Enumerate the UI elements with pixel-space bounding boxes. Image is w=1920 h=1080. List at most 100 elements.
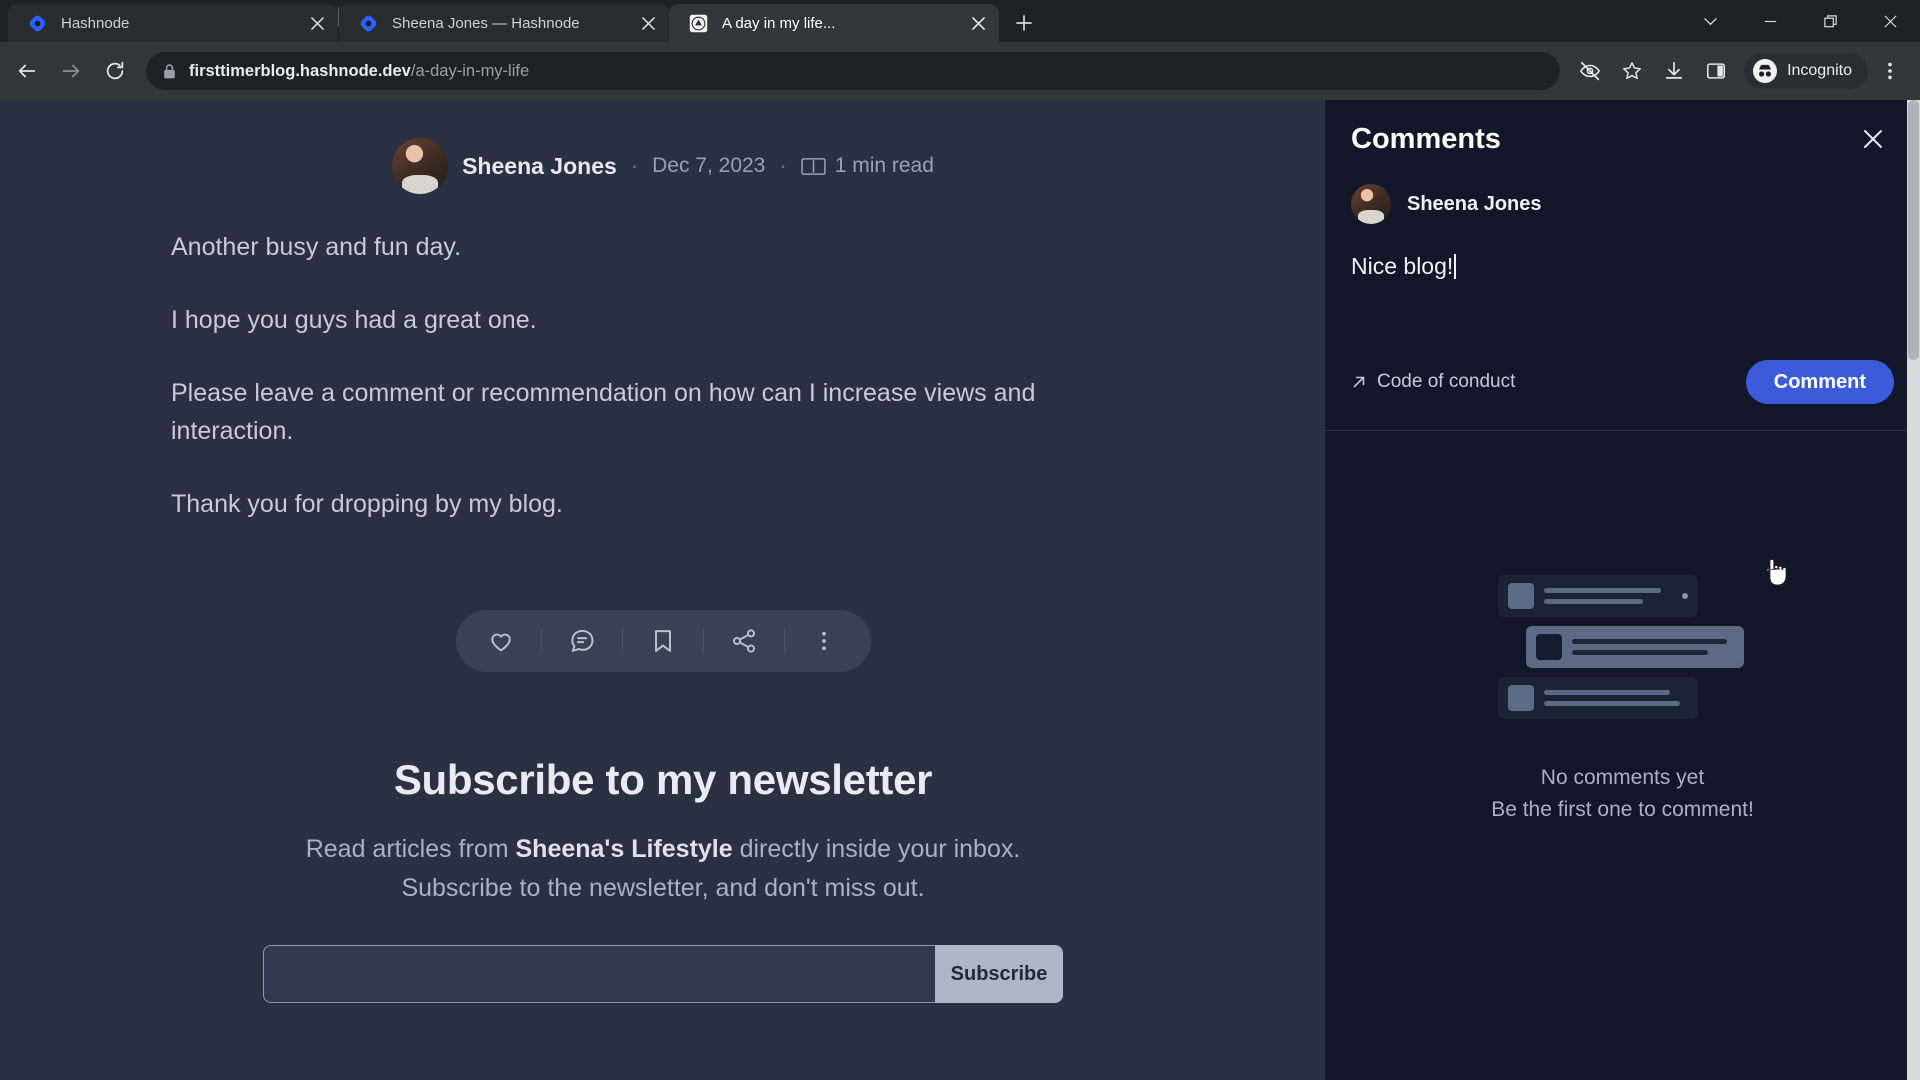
- article-paragraph: Thank you for dropping by my blog.: [171, 490, 563, 518]
- article-paragraph: Another busy and fun day.: [171, 233, 462, 261]
- hashnode-icon: [28, 14, 47, 33]
- skeleton-lines: [1571, 639, 1734, 655]
- composer-user: Sheena Jones: [1351, 184, 1894, 224]
- skeleton-lines: [1543, 690, 1688, 706]
- bookmark-icon[interactable]: [639, 617, 687, 665]
- action-separator: [702, 627, 704, 654]
- tab-a-day-in-my-life[interactable]: A day in my life...: [669, 4, 999, 42]
- comment-submit-button[interactable]: Comment: [1745, 360, 1894, 404]
- tab-title: A day in my life...: [722, 14, 836, 32]
- reload-icon[interactable]: [94, 50, 136, 92]
- skeleton-avatar: [1507, 583, 1534, 609]
- incognito-label: Incognito: [1787, 62, 1852, 79]
- empty-state-text: No comments yet Be the first one to comm…: [1491, 762, 1754, 825]
- newsletter-desc-before: Read articles from: [305, 834, 516, 863]
- back-arrow-icon[interactable]: [6, 50, 48, 92]
- tab-title: Hashnode: [61, 14, 130, 32]
- tab-sheena-jones[interactable]: Sheena Jones — Hashnode: [339, 4, 669, 42]
- comments-panel: Comments Sheena Jones Nice blog! Code of: [1324, 100, 1920, 1080]
- byline-separator: ·: [630, 153, 639, 178]
- window-controls: [1680, 0, 1920, 42]
- comment-composer: Sheena Jones Nice blog!: [1325, 166, 1920, 346]
- incognito-badge[interactable]: Incognito: [1744, 53, 1868, 89]
- hashnode-icon: [359, 14, 378, 33]
- skeleton-dot: [1681, 593, 1688, 599]
- comment-draft-text: Nice blog!: [1351, 253, 1454, 279]
- action-separator: [541, 627, 543, 654]
- comments-empty-state: No comments yet Be the first one to comm…: [1325, 431, 1920, 1080]
- restore-icon[interactable]: [1800, 0, 1860, 42]
- tab-title: Sheena Jones — Hashnode: [392, 14, 580, 32]
- forward-arrow-icon[interactable]: [50, 50, 92, 92]
- tab-close-icon[interactable]: [635, 10, 661, 36]
- newsletter-heading: Subscribe to my newsletter: [393, 755, 933, 803]
- minimize-icon[interactable]: [1740, 0, 1800, 42]
- code-of-conduct-label: Code of conduct: [1377, 371, 1516, 392]
- skeleton-row: [1497, 575, 1698, 617]
- heart-icon[interactable]: [477, 617, 525, 665]
- comments-panel-title: Comments: [1351, 122, 1501, 155]
- url-domain: firsttimerblog.hashnode.dev: [189, 61, 411, 80]
- blog-icon: [689, 14, 708, 33]
- byline-separator: ·: [779, 153, 787, 178]
- star-icon[interactable]: [1612, 51, 1652, 91]
- newsletter-form: Subscribe: [263, 945, 1063, 1004]
- empty-state-illustration: [1497, 566, 1748, 728]
- arrow-up-right-icon: [1351, 374, 1367, 390]
- three-dot-menu-icon[interactable]: [1870, 51, 1910, 91]
- new-tab-button[interactable]: [1007, 6, 1041, 40]
- browser-window: Hashnode Sheena Jones — Hashnode A day i…: [0, 0, 1920, 1080]
- page-viewport: Sheena Jones · Dec 7, 2023 · 1 min read …: [0, 100, 1920, 1080]
- browser-toolbar: firsttimerblog.hashnode.dev/a-day-in-my-…: [0, 42, 1920, 100]
- share-icon[interactable]: [720, 617, 768, 665]
- composer-user-name: Sheena Jones: [1407, 192, 1542, 215]
- empty-state-subtitle: Be the first one to comment!: [1491, 797, 1754, 821]
- subscribe-button[interactable]: Subscribe: [935, 945, 1063, 1004]
- eye-slash-icon[interactable]: [1570, 51, 1610, 91]
- article-author[interactable]: Sheena Jones: [462, 153, 617, 180]
- skeleton-avatar: [1507, 685, 1534, 711]
- skeleton-avatar: [1535, 634, 1562, 660]
- page-scrollbar[interactable]: [1907, 100, 1920, 1080]
- skeleton-lines: [1543, 588, 1672, 604]
- incognito-icon: [1752, 58, 1778, 84]
- comments-panel-header: Comments: [1325, 100, 1920, 166]
- tab-search-icon[interactable]: [1680, 0, 1740, 42]
- comment-input[interactable]: Nice blog!: [1351, 250, 1894, 346]
- article-byline: Sheena Jones · Dec 7, 2023 · 1 min read: [0, 138, 1326, 194]
- text-caret: [1454, 254, 1457, 279]
- download-icon[interactable]: [1654, 51, 1694, 91]
- tab-close-icon[interactable]: [965, 10, 991, 36]
- side-panel-icon[interactable]: [1696, 51, 1736, 91]
- article-body: Another busy and fun day. I hope you guy…: [163, 228, 1163, 524]
- comment-bubble-icon[interactable]: [558, 617, 606, 665]
- newsletter-description: Read articles from Sheena's Lifestyle di…: [253, 830, 1073, 908]
- close-icon[interactable]: [1856, 122, 1890, 156]
- article-date: Dec 7, 2023: [652, 154, 766, 177]
- three-dot-icon[interactable]: [800, 617, 848, 665]
- email-field[interactable]: [263, 945, 935, 1004]
- lock-icon: [162, 63, 177, 80]
- composer-footer: Code of conduct Comment: [1325, 346, 1920, 430]
- close-icon[interactable]: [1860, 0, 1920, 42]
- tab-strip: Hashnode Sheena Jones — Hashnode A day i…: [0, 0, 1920, 42]
- newsletter-section: Subscribe to my newsletter Read articles…: [0, 756, 1326, 1004]
- address-bar[interactable]: firsttimerblog.hashnode.dev/a-day-in-my-…: [146, 52, 1561, 90]
- book-icon: [800, 156, 826, 177]
- empty-state-title: No comments yet: [1540, 766, 1705, 789]
- toolbar-icons: Incognito: [1570, 51, 1910, 91]
- article-read-time: 1 min read: [800, 154, 934, 178]
- newsletter-blog-name: Sheena's Lifestyle: [515, 834, 733, 863]
- read-time-label: 1 min read: [834, 154, 934, 177]
- tab-close-icon[interactable]: [304, 10, 330, 36]
- skeleton-row: [1525, 626, 1744, 668]
- article-content: Sheena Jones · Dec 7, 2023 · 1 min read …: [0, 100, 1326, 1080]
- code-of-conduct-link[interactable]: Code of conduct: [1351, 371, 1515, 393]
- scrollbar-thumb[interactable]: [1908, 100, 1919, 360]
- action-separator: [783, 627, 785, 654]
- article-action-bar: [455, 609, 871, 672]
- avatar: [392, 138, 449, 194]
- skeleton-row: [1497, 677, 1698, 719]
- avatar: [1351, 184, 1391, 224]
- tab-hashnode[interactable]: Hashnode: [8, 4, 338, 42]
